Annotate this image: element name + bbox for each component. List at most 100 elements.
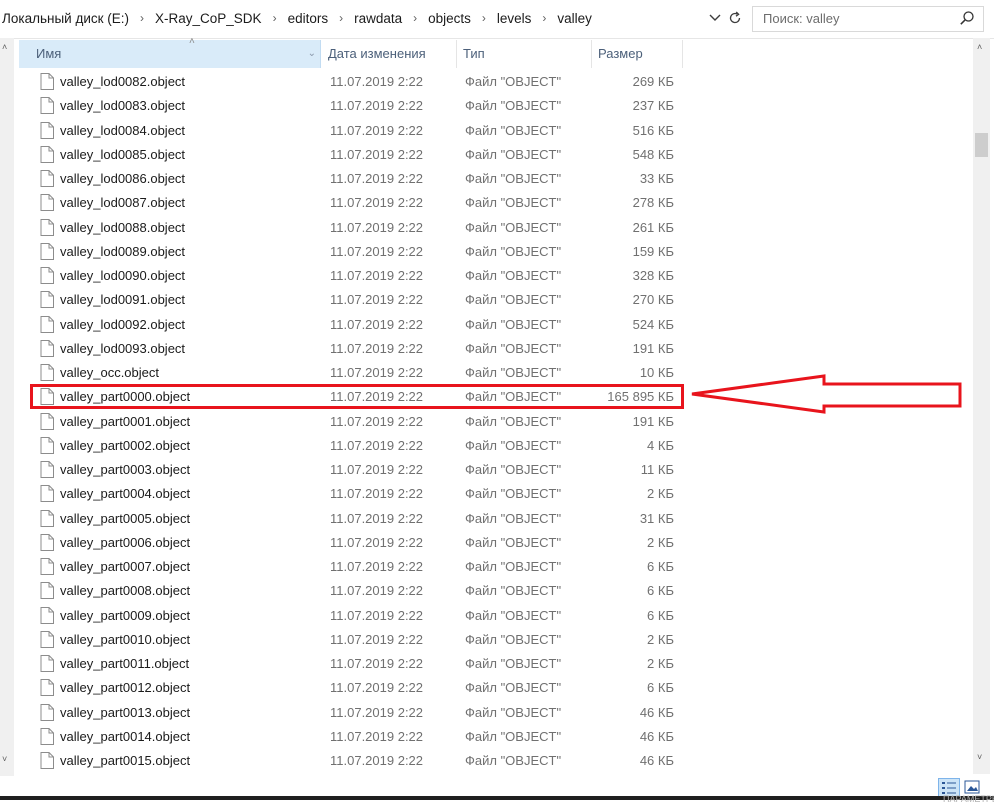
file-name[interactable]: valley_part0008.object [60,579,190,603]
file-name[interactable]: valley_part0012.object [60,676,190,700]
file-name[interactable]: valley_lod0082.object [60,70,185,94]
file-name[interactable]: valley_part0003.object [60,458,190,482]
chevron-right-icon[interactable]: › [533,11,555,25]
file-row[interactable]: valley_part0008.object 11.07.2019 2:22 Фай… [0,579,970,603]
file-size: 4 КБ [647,437,674,453]
file-row[interactable]: valley_lod0083.object 11.07.2019 2:22 Файл… [0,94,970,118]
scroll-up-arrow-icon[interactable]: ˄ [2,42,7,52]
file-name[interactable]: valley_lod0091.object [60,288,185,312]
file-date: 11.07.2019 2:22 [330,486,424,502]
file-date: 11.07.2019 2:22 [330,413,424,429]
file-row[interactable]: valley_part0003.object 11.07.2019 2:22 Фай… [0,458,970,482]
file-type: Файл "OBJECT" [465,195,562,211]
address-history-button[interactable] [706,8,724,28]
file-name[interactable]: valley_lod0089.object [60,240,185,264]
file-icon [40,73,54,90]
search-icon[interactable] [959,10,975,26]
column-header-size[interactable]: Размер [592,40,683,68]
breadcrumb-item[interactable]: objects [426,11,473,26]
breadcrumb-item[interactable]: rawdata [352,11,404,26]
file-row[interactable]: valley_part0004.object 11.07.2019 2:22 Фай… [0,482,970,506]
file-type: Файл "OBJECT" [465,486,562,502]
file-row[interactable]: valley_part0014.object 11.07.2019 2:22 Фай… [0,725,970,749]
file-name[interactable]: valley_part0009.object [60,604,190,628]
refresh-button[interactable] [726,8,744,28]
file-row[interactable]: valley_part0015.object 11.07.2019 2:22 Фай… [0,749,970,773]
chevron-right-icon[interactable]: › [131,11,153,25]
file-name[interactable]: valley_lod0092.object [60,313,185,337]
file-icon [40,145,54,163]
file-type: Файл "OBJECT" [465,728,562,744]
file-name[interactable]: valley_part0007.object [60,555,190,579]
file-name[interactable]: valley_occ.object [60,361,159,385]
file-date: 11.07.2019 2:22 [330,74,424,89]
file-row[interactable]: valley_part0012.object 11.07.2019 2:22 Фай… [0,676,970,700]
file-name[interactable]: valley_part0013.object [60,701,190,725]
file-list-scrollbar[interactable]: ˄ ˅ [973,38,990,774]
file-row[interactable]: valley_lod0092.object 11.07.2019 2:22 Файл… [0,313,970,337]
file-row[interactable]: valley_part0007.object 11.07.2019 2:22 Фай… [0,555,970,579]
file-name[interactable]: valley_lod0093.object [60,337,185,361]
file-row[interactable]: valley_lod0085.object 11.07.2019 2:22 Файл… [0,143,970,167]
search-input[interactable] [753,7,959,29]
file-row[interactable]: valley_lod0088.object 11.07.2019 2:22 Файл… [0,216,970,240]
breadcrumb-item[interactable]: Локальный диск (E:) [0,11,131,26]
file-row[interactable]: valley_part0006.object 11.07.2019 2:22 Фай… [0,531,970,555]
breadcrumb-item[interactable]: valley [555,11,594,26]
file-row[interactable]: valley_lod0084.object 11.07.2019 2:22 Файл… [0,119,970,143]
file-type: Файл "OBJECT" [465,534,562,550]
column-header-name[interactable]: ˄ Имя ⌄ [19,36,321,68]
file-date: 11.07.2019 2:22 [330,146,424,162]
file-name[interactable]: valley_lod0090.object [60,264,185,288]
file-name[interactable]: valley_lod0083.object [60,94,185,118]
file-name[interactable]: valley_part0011.object [60,652,189,676]
file-row[interactable]: valley_part0013.object 11.07.2019 2:22 Фай… [0,701,970,725]
chevron-down-icon[interactable]: ⌄ [308,40,316,68]
scroll-down-arrow-icon[interactable]: ˅ [977,752,982,762]
file-row[interactable]: valley_lod0090.object 11.07.2019 2:22 Файл… [0,264,970,288]
file-date: 11.07.2019 2:22 [330,559,424,574]
file-size: 191 КБ [632,340,674,356]
breadcrumb-item[interactable]: levels [495,11,534,26]
file-name[interactable]: valley_lod0088.object [60,216,185,240]
file-row[interactable]: valley_part0011.object 11.07.2019 2:22 Фай… [0,652,970,676]
file-name[interactable]: valley_part0014.object [60,725,190,749]
file-row[interactable]: valley_lod0089.object 11.07.2019 2:22 Файл… [0,240,970,264]
file-name[interactable]: valley_part0010.object [60,628,190,652]
file-name[interactable]: valley_lod0085.object [60,143,185,167]
file-date: 11.07.2019 2:22 [330,122,424,138]
chevron-right-icon[interactable]: › [264,11,286,25]
column-header-type[interactable]: Тип [457,40,592,68]
file-row[interactable]: valley_part0009.object 11.07.2019 2:22 Фай… [0,604,970,628]
file-name[interactable]: valley_lod0086.object [60,167,185,191]
file-row[interactable]: valley_part0010.object 11.07.2019 2:22 Фай… [0,628,970,652]
file-row[interactable]: valley_part0002.object 11.07.2019 2:22 Фай… [0,434,970,458]
file-name[interactable]: valley_part0006.object [60,531,190,555]
file-row[interactable]: valley_lod0091.object 11.07.2019 2:22 Файл… [0,288,970,312]
scrollbar-thumb[interactable] [975,133,988,157]
file-row[interactable]: valley_lod0093.object 11.07.2019 2:22 Файл… [0,337,970,361]
file-name[interactable]: valley_part0002.object [60,434,190,458]
file-size: 269 КБ [632,74,674,89]
scroll-up-arrow-icon[interactable]: ˄ [977,42,982,52]
breadcrumb-item[interactable]: editors [286,11,331,26]
file-icon [40,170,54,187]
breadcrumb-item[interactable]: X-Ray_CoP_SDK [153,11,264,26]
file-name[interactable]: valley_part0001.object [60,410,190,434]
file-name[interactable]: valley_part0004.object [60,482,190,506]
file-name[interactable]: valley_lod0087.object [60,191,185,215]
file-name[interactable]: valley_part0005.object [60,507,190,531]
search-box[interactable] [752,6,984,32]
chevron-right-icon[interactable]: › [473,11,495,25]
file-name[interactable]: valley_part0015.object [60,749,190,773]
file-row[interactable]: valley_part0005.object 11.07.2019 2:22 Фай… [0,507,970,531]
file-type: Файл "OBJECT" [465,122,562,138]
breadcrumb[interactable]: Локальный диск (E:) › X-Ray_CoP_SDK › ed… [0,1,706,35]
file-row[interactable]: valley_lod0082.object 11.07.2019 2:22 Файл… [0,70,970,94]
file-name[interactable]: valley_lod0084.object [60,119,185,143]
column-header-date[interactable]: Дата изменения [322,40,457,68]
file-row[interactable]: valley_lod0087.object 11.07.2019 2:22 Файл… [0,191,970,215]
chevron-right-icon[interactable]: › [330,11,352,25]
file-row[interactable]: valley_lod0086.object 11.07.2019 2:22 Файл… [0,167,970,191]
chevron-right-icon[interactable]: › [404,11,426,25]
